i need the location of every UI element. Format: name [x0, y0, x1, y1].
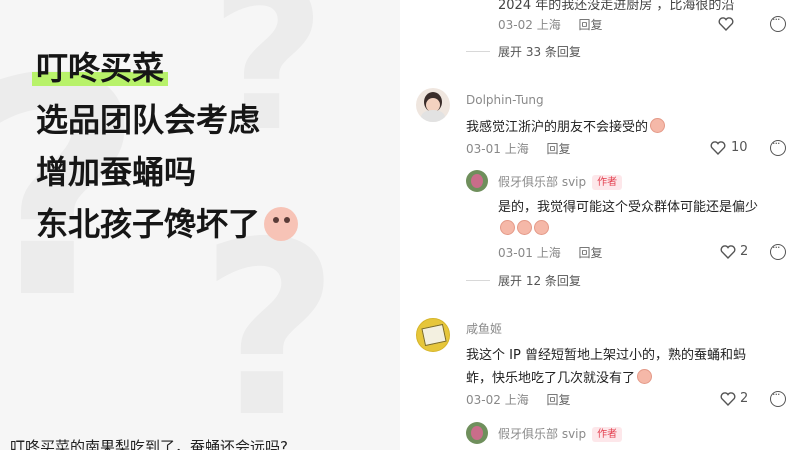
- avatar[interactable]: [416, 88, 450, 122]
- more-options-icon[interactable]: [770, 13, 786, 32]
- sticker-icon: [637, 369, 653, 384]
- title-line-4: 东北孩子馋坏了: [36, 205, 261, 243]
- comment-text: 我感觉江浙沪的朋友不会接受的: [466, 116, 666, 135]
- sticker-icon: [500, 220, 515, 235]
- title-line-3: 增加蚕蛹吗: [36, 153, 197, 191]
- comment-meta: 03-02 上海 回复: [498, 18, 603, 32]
- comment-username[interactable]: Dolphin-Tung: [466, 93, 544, 107]
- post-caption: 叮咚买菜的南果梨吃到了，蚕蛹还会远吗?: [10, 438, 288, 450]
- author-badge: 作者: [592, 175, 623, 190]
- heart-icon[interactable]: [710, 141, 726, 155]
- comment-meta: 03-02 上海 回复: [466, 393, 571, 407]
- reply-button[interactable]: 回复: [579, 18, 603, 32]
- like-count: 2: [740, 391, 749, 406]
- reply-username-text[interactable]: 假牙俱乐部 svip: [498, 427, 586, 441]
- more-options-icon[interactable]: [770, 241, 786, 260]
- heart-icon[interactable]: [718, 17, 734, 31]
- sticker-icon: [517, 220, 532, 235]
- heart-icon[interactable]: [720, 245, 736, 259]
- expand-replies-button[interactable]: 展开 33 条回复: [466, 43, 581, 60]
- avatar[interactable]: [466, 422, 488, 444]
- comment-text: 蚱，快乐地吃了几次就没有了: [466, 367, 653, 386]
- sticker-row: [498, 218, 549, 237]
- reply-username-text[interactable]: 假牙俱乐部 svip: [498, 175, 586, 189]
- comment-text: 2024 年的我还没走进厨房 ，比海很的沿: [498, 0, 735, 13]
- reply-username: 假牙俱乐部 svip 作者: [498, 173, 623, 190]
- expand-replies-button[interactable]: 展开 12 条回复: [466, 272, 581, 289]
- heart-icon[interactable]: [720, 392, 736, 406]
- author-badge: 作者: [592, 427, 623, 442]
- more-options-icon[interactable]: [770, 388, 786, 407]
- avatar[interactable]: [416, 318, 450, 352]
- title-highlight: 叮咚买菜: [31, 42, 169, 94]
- comments-panel: 2024 年的我还没走进厨房 ，比海很的沿 03-02 上海 回复 展开 33 …: [400, 0, 800, 450]
- comment-meta: 03-01 上海 回复: [498, 246, 603, 260]
- like-count: 2: [740, 244, 749, 259]
- avatar[interactable]: [466, 170, 488, 192]
- comment-text: 我这个 IP 曾经短暂地上架过小的，熟的蚕蛹和蚂: [466, 348, 746, 363]
- title-line-1: 叮咚买菜: [36, 49, 165, 87]
- reply-button[interactable]: 回复: [579, 246, 603, 260]
- post-title: 叮咚买菜 选品团队会考虑 增加蚕蛹吗 东北孩子馋坏了: [31, 42, 299, 250]
- like-count: 10: [731, 140, 748, 155]
- comment-text: 是的，我觉得可能这个受众群体可能还是偏少: [498, 200, 759, 215]
- reply-button[interactable]: 回复: [547, 393, 571, 407]
- post-image-card[interactable]: ? ? ? 叮咚买菜 选品团队会考虑 增加蚕蛹吗 东北孩子馋坏了 叮咚买菜的南果…: [0, 0, 400, 450]
- reply-button[interactable]: 回复: [547, 142, 571, 156]
- pleading-face-icon: [264, 207, 299, 241]
- comment-meta: 03-01 上海 回复: [466, 142, 571, 156]
- title-line-2: 选品团队会考虑: [36, 101, 261, 139]
- sticker-icon: [650, 118, 666, 133]
- more-options-icon[interactable]: [770, 137, 786, 156]
- reply-username: 假牙俱乐部 svip 作者: [498, 425, 623, 442]
- comment-username[interactable]: 咸鱼姬: [466, 320, 502, 337]
- sticker-icon: [534, 220, 549, 235]
